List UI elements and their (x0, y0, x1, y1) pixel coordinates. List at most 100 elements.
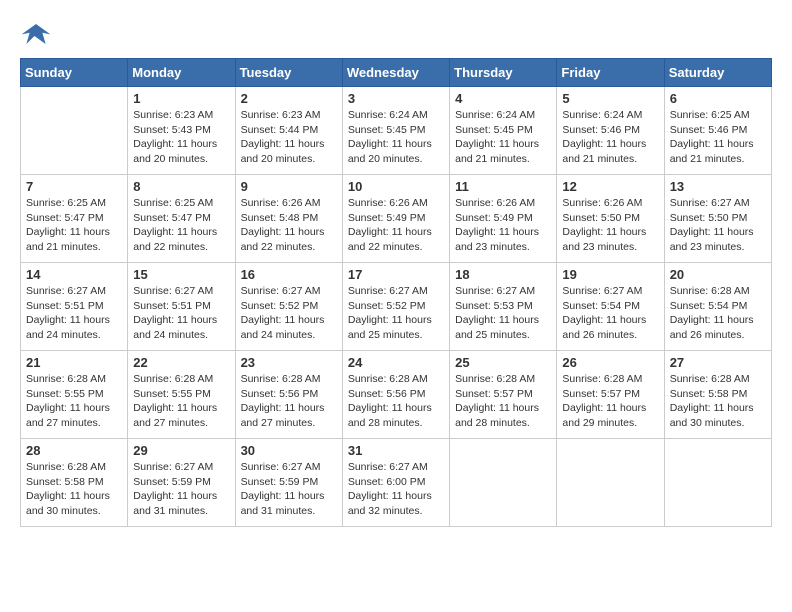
day-info: Sunrise: 6:27 AMSunset: 5:59 PMDaylight:… (241, 460, 337, 519)
day-info: Sunrise: 6:26 AMSunset: 5:48 PMDaylight:… (241, 196, 337, 255)
calendar-table: SundayMondayTuesdayWednesdayThursdayFrid… (20, 58, 772, 527)
day-info: Sunrise: 6:26 AMSunset: 5:49 PMDaylight:… (348, 196, 444, 255)
calendar-cell: 21 Sunrise: 6:28 AMSunset: 5:55 PMDaylig… (21, 351, 128, 439)
day-info: Sunrise: 6:26 AMSunset: 5:49 PMDaylight:… (455, 196, 551, 255)
day-number: 22 (133, 355, 229, 370)
calendar-cell: 19 Sunrise: 6:27 AMSunset: 5:54 PMDaylig… (557, 263, 664, 351)
day-info: Sunrise: 6:25 AMSunset: 5:47 PMDaylight:… (133, 196, 229, 255)
day-number: 14 (26, 267, 122, 282)
calendar-cell: 9 Sunrise: 6:26 AMSunset: 5:48 PMDayligh… (235, 175, 342, 263)
day-number: 31 (348, 443, 444, 458)
calendar-cell: 30 Sunrise: 6:27 AMSunset: 5:59 PMDaylig… (235, 439, 342, 527)
day-info: Sunrise: 6:28 AMSunset: 5:54 PMDaylight:… (670, 284, 766, 343)
calendar-cell: 23 Sunrise: 6:28 AMSunset: 5:56 PMDaylig… (235, 351, 342, 439)
day-info: Sunrise: 6:23 AMSunset: 5:44 PMDaylight:… (241, 108, 337, 167)
calendar-cell: 24 Sunrise: 6:28 AMSunset: 5:56 PMDaylig… (342, 351, 449, 439)
day-info: Sunrise: 6:26 AMSunset: 5:50 PMDaylight:… (562, 196, 658, 255)
day-number: 26 (562, 355, 658, 370)
day-info: Sunrise: 6:28 AMSunset: 5:55 PMDaylight:… (133, 372, 229, 431)
logo-icon (20, 20, 52, 48)
day-number: 29 (133, 443, 229, 458)
day-info: Sunrise: 6:27 AMSunset: 5:59 PMDaylight:… (133, 460, 229, 519)
calendar-cell: 26 Sunrise: 6:28 AMSunset: 5:57 PMDaylig… (557, 351, 664, 439)
calendar-cell: 8 Sunrise: 6:25 AMSunset: 5:47 PMDayligh… (128, 175, 235, 263)
calendar-week-row: 28 Sunrise: 6:28 AMSunset: 5:58 PMDaylig… (21, 439, 772, 527)
weekday-header: Sunday (21, 59, 128, 87)
day-number: 10 (348, 179, 444, 194)
calendar-cell: 14 Sunrise: 6:27 AMSunset: 5:51 PMDaylig… (21, 263, 128, 351)
day-info: Sunrise: 6:27 AMSunset: 5:54 PMDaylight:… (562, 284, 658, 343)
calendar-cell: 28 Sunrise: 6:28 AMSunset: 5:58 PMDaylig… (21, 439, 128, 527)
calendar-cell: 5 Sunrise: 6:24 AMSunset: 5:46 PMDayligh… (557, 87, 664, 175)
calendar-cell: 12 Sunrise: 6:26 AMSunset: 5:50 PMDaylig… (557, 175, 664, 263)
day-info: Sunrise: 6:27 AMSunset: 5:53 PMDaylight:… (455, 284, 551, 343)
calendar-week-row: 7 Sunrise: 6:25 AMSunset: 5:47 PMDayligh… (21, 175, 772, 263)
weekday-header: Saturday (664, 59, 771, 87)
calendar-cell: 1 Sunrise: 6:23 AMSunset: 5:43 PMDayligh… (128, 87, 235, 175)
day-info: Sunrise: 6:28 AMSunset: 5:56 PMDaylight:… (348, 372, 444, 431)
day-number: 3 (348, 91, 444, 106)
day-info: Sunrise: 6:24 AMSunset: 5:45 PMDaylight:… (455, 108, 551, 167)
day-info: Sunrise: 6:28 AMSunset: 5:56 PMDaylight:… (241, 372, 337, 431)
calendar-cell: 4 Sunrise: 6:24 AMSunset: 5:45 PMDayligh… (450, 87, 557, 175)
day-number: 4 (455, 91, 551, 106)
calendar-cell: 15 Sunrise: 6:27 AMSunset: 5:51 PMDaylig… (128, 263, 235, 351)
day-info: Sunrise: 6:28 AMSunset: 5:57 PMDaylight:… (562, 372, 658, 431)
calendar-cell: 13 Sunrise: 6:27 AMSunset: 5:50 PMDaylig… (664, 175, 771, 263)
calendar-week-row: 21 Sunrise: 6:28 AMSunset: 5:55 PMDaylig… (21, 351, 772, 439)
day-number: 6 (670, 91, 766, 106)
weekday-header: Thursday (450, 59, 557, 87)
day-number: 8 (133, 179, 229, 194)
day-info: Sunrise: 6:28 AMSunset: 5:58 PMDaylight:… (670, 372, 766, 431)
weekday-header: Monday (128, 59, 235, 87)
day-number: 19 (562, 267, 658, 282)
day-number: 11 (455, 179, 551, 194)
day-number: 1 (133, 91, 229, 106)
weekday-header: Tuesday (235, 59, 342, 87)
weekday-header-row: SundayMondayTuesdayWednesdayThursdayFrid… (21, 59, 772, 87)
day-number: 18 (455, 267, 551, 282)
calendar-cell: 20 Sunrise: 6:28 AMSunset: 5:54 PMDaylig… (664, 263, 771, 351)
day-number: 28 (26, 443, 122, 458)
day-number: 17 (348, 267, 444, 282)
day-number: 25 (455, 355, 551, 370)
calendar-cell: 11 Sunrise: 6:26 AMSunset: 5:49 PMDaylig… (450, 175, 557, 263)
day-number: 9 (241, 179, 337, 194)
page-header (20, 20, 772, 48)
day-info: Sunrise: 6:23 AMSunset: 5:43 PMDaylight:… (133, 108, 229, 167)
day-info: Sunrise: 6:27 AMSunset: 5:50 PMDaylight:… (670, 196, 766, 255)
calendar-cell: 10 Sunrise: 6:26 AMSunset: 5:49 PMDaylig… (342, 175, 449, 263)
calendar-week-row: 14 Sunrise: 6:27 AMSunset: 5:51 PMDaylig… (21, 263, 772, 351)
day-info: Sunrise: 6:27 AMSunset: 5:51 PMDaylight:… (133, 284, 229, 343)
day-number: 12 (562, 179, 658, 194)
calendar-cell: 16 Sunrise: 6:27 AMSunset: 5:52 PMDaylig… (235, 263, 342, 351)
day-number: 13 (670, 179, 766, 194)
weekday-header: Friday (557, 59, 664, 87)
day-number: 15 (133, 267, 229, 282)
day-number: 7 (26, 179, 122, 194)
calendar-cell (21, 87, 128, 175)
calendar-cell: 18 Sunrise: 6:27 AMSunset: 5:53 PMDaylig… (450, 263, 557, 351)
calendar-cell (557, 439, 664, 527)
calendar-cell: 2 Sunrise: 6:23 AMSunset: 5:44 PMDayligh… (235, 87, 342, 175)
day-number: 16 (241, 267, 337, 282)
logo (20, 20, 56, 48)
calendar-cell: 3 Sunrise: 6:24 AMSunset: 5:45 PMDayligh… (342, 87, 449, 175)
day-info: Sunrise: 6:27 AMSunset: 5:52 PMDaylight:… (241, 284, 337, 343)
day-number: 2 (241, 91, 337, 106)
day-number: 21 (26, 355, 122, 370)
calendar-cell: 31 Sunrise: 6:27 AMSunset: 6:00 PMDaylig… (342, 439, 449, 527)
day-info: Sunrise: 6:28 AMSunset: 5:57 PMDaylight:… (455, 372, 551, 431)
calendar-cell: 6 Sunrise: 6:25 AMSunset: 5:46 PMDayligh… (664, 87, 771, 175)
calendar-cell: 17 Sunrise: 6:27 AMSunset: 5:52 PMDaylig… (342, 263, 449, 351)
calendar-cell: 29 Sunrise: 6:27 AMSunset: 5:59 PMDaylig… (128, 439, 235, 527)
calendar-cell: 22 Sunrise: 6:28 AMSunset: 5:55 PMDaylig… (128, 351, 235, 439)
day-info: Sunrise: 6:24 AMSunset: 5:46 PMDaylight:… (562, 108, 658, 167)
day-number: 23 (241, 355, 337, 370)
calendar-cell: 25 Sunrise: 6:28 AMSunset: 5:57 PMDaylig… (450, 351, 557, 439)
day-info: Sunrise: 6:28 AMSunset: 5:55 PMDaylight:… (26, 372, 122, 431)
calendar-cell (450, 439, 557, 527)
day-info: Sunrise: 6:27 AMSunset: 6:00 PMDaylight:… (348, 460, 444, 519)
calendar-cell: 27 Sunrise: 6:28 AMSunset: 5:58 PMDaylig… (664, 351, 771, 439)
calendar-cell (664, 439, 771, 527)
